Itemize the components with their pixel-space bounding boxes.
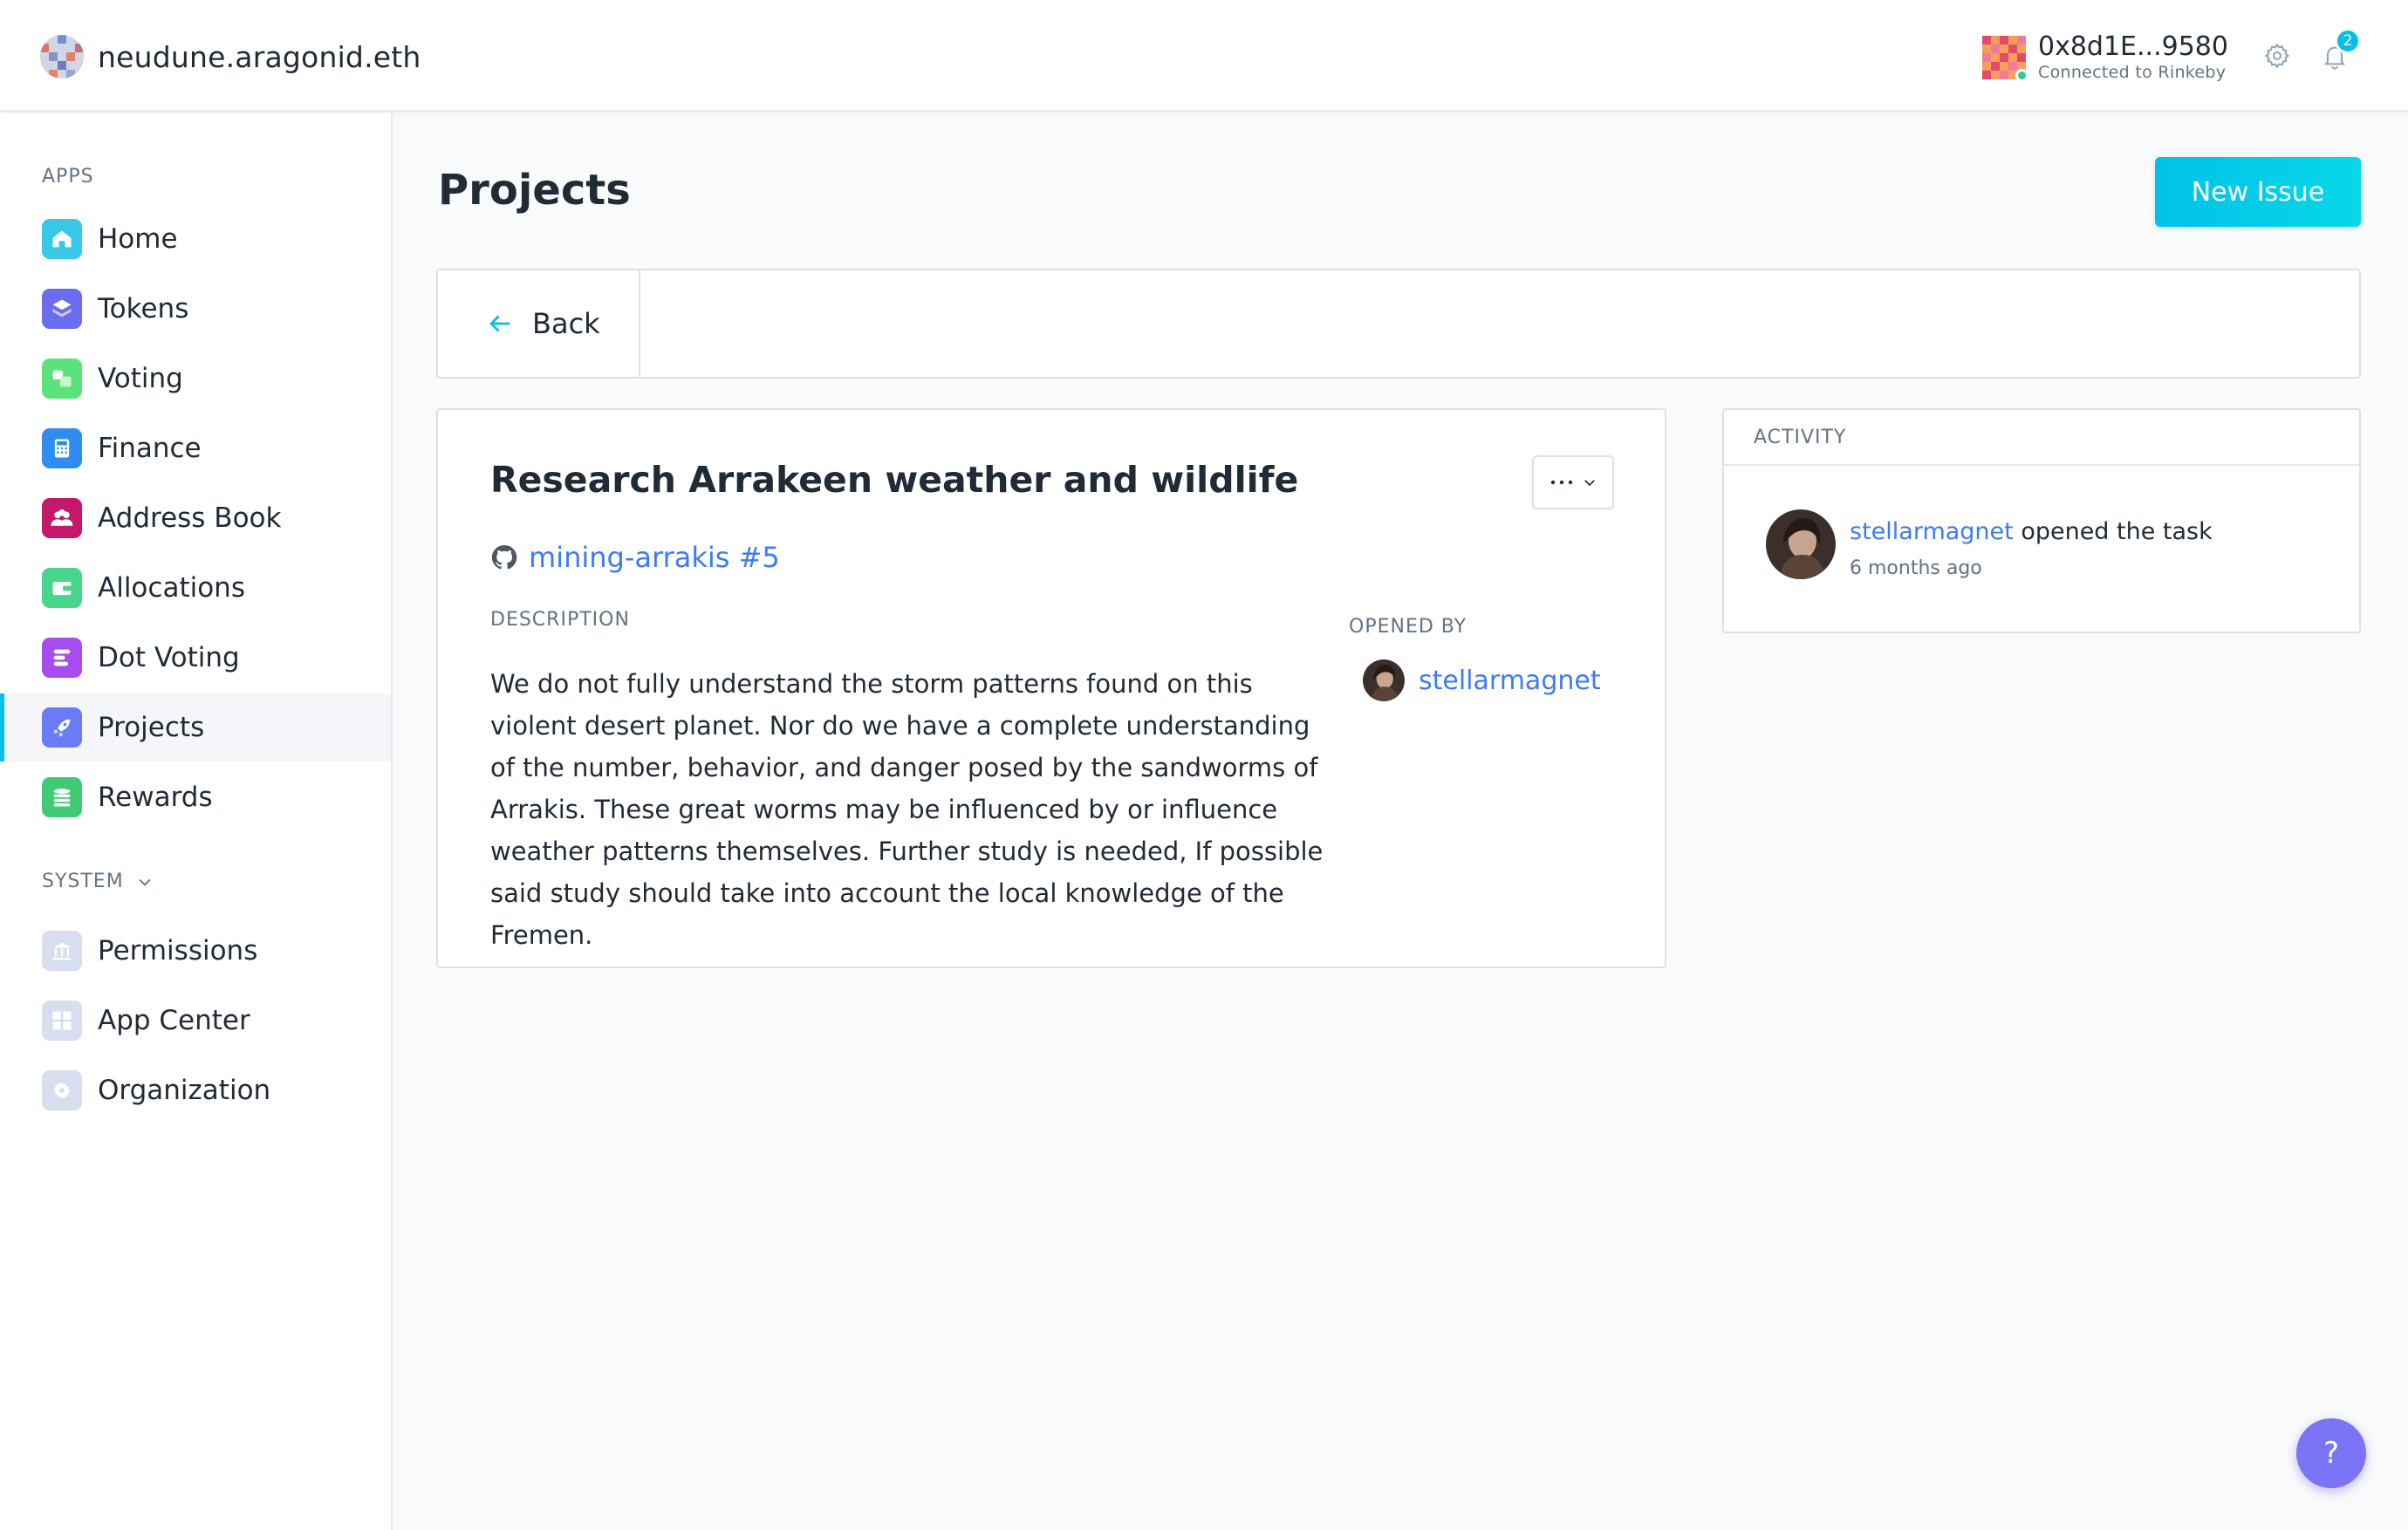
account-avatar bbox=[1982, 36, 2028, 82]
sidebar-item-organization[interactable]: Organization bbox=[0, 1056, 391, 1124]
new-issue-button[interactable]: New Issue bbox=[2155, 157, 2361, 227]
organization-icon bbox=[42, 1070, 82, 1110]
sidebar-item-label: Permissions bbox=[98, 935, 258, 966]
back-button[interactable]: Back bbox=[438, 270, 640, 377]
issue-detail-card: Research Arrakeen weather and wildlife m… bbox=[436, 408, 1666, 968]
sidebar-item-label: Organization bbox=[98, 1075, 271, 1106]
sidebar: APPS Home Tokens Voting Finance Address … bbox=[0, 113, 393, 1530]
chevron-down-icon bbox=[1584, 480, 1595, 487]
help-button[interactable]: ? bbox=[2296, 1418, 2366, 1488]
arrow-left-icon bbox=[489, 315, 510, 332]
finance-icon bbox=[42, 428, 82, 468]
activity-timestamp: 6 months ago bbox=[1850, 557, 1982, 579]
sidebar-item-rewards[interactable]: Rewards bbox=[0, 763, 391, 831]
sidebar-item-voting[interactable]: Voting bbox=[0, 345, 391, 413]
repo-issue-label: mining-arrakis #5 bbox=[529, 541, 780, 574]
permissions-icon bbox=[42, 931, 82, 971]
org-name: neudune.aragonid.eth bbox=[98, 39, 421, 74]
sidebar-item-label: Home bbox=[98, 223, 178, 255]
page-title: Projects bbox=[438, 166, 631, 215]
account-address: 0x8d1E...9580 bbox=[2038, 31, 2228, 62]
sidebar-item-label: Allocations bbox=[98, 572, 245, 604]
org-switcher[interactable]: neudune.aragonid.eth bbox=[40, 35, 421, 79]
github-icon bbox=[491, 544, 517, 570]
sidebar-item-label: Tokens bbox=[98, 293, 189, 324]
chevron-down-icon bbox=[139, 878, 151, 886]
account-badge[interactable]: 0x8d1E...9580 Connected to Rinkeby bbox=[1982, 30, 2228, 85]
sidebar-item-tokens[interactable]: Tokens bbox=[0, 275, 391, 343]
opened-by-label: OPENED BY bbox=[1349, 616, 1467, 638]
opened-by-user-link[interactable]: stellarmagnet bbox=[1363, 659, 1601, 701]
app-center-icon bbox=[42, 1001, 82, 1041]
issue-actions-menu-button[interactable] bbox=[1532, 455, 1614, 509]
sidebar-item-app-center[interactable]: App Center bbox=[0, 987, 391, 1055]
sidebar-item-finance[interactable]: Finance bbox=[0, 414, 391, 482]
more-icon bbox=[1550, 480, 1573, 485]
opened-by-username: stellarmagnet bbox=[1419, 665, 1601, 696]
activity-header: ACTIVITY bbox=[1724, 410, 2359, 466]
issue-description: We do not fully understand the storm pat… bbox=[490, 669, 1324, 950]
activity-action: opened the task bbox=[2013, 518, 2213, 545]
allocations-icon bbox=[42, 568, 82, 608]
org-logo-icon bbox=[40, 35, 84, 79]
issue-title: Research Arrakeen weather and wildlife bbox=[490, 459, 1299, 501]
back-label: Back bbox=[532, 307, 600, 340]
activity-user-link[interactable]: stellarmagnet bbox=[1850, 518, 2014, 545]
address-book-icon bbox=[42, 498, 82, 538]
home-icon bbox=[42, 219, 82, 259]
rewards-icon bbox=[42, 777, 82, 817]
description-label: DESCRIPTION bbox=[490, 609, 630, 631]
back-bar: Back bbox=[436, 269, 2361, 379]
dot-voting-icon bbox=[42, 638, 82, 678]
sidebar-item-label: Voting bbox=[98, 363, 183, 394]
sidebar-item-permissions[interactable]: Permissions bbox=[0, 917, 391, 985]
avatar bbox=[1363, 659, 1405, 701]
settings-button[interactable] bbox=[2260, 38, 2295, 73]
sidebar-item-label: Projects bbox=[98, 712, 205, 743]
sidebar-item-label: Address Book bbox=[98, 502, 282, 534]
apps-section-label: APPS bbox=[42, 166, 94, 188]
top-bar: neudune.aragonid.eth 0x8d1E...9580 Conne… bbox=[0, 0, 2408, 112]
tokens-icon bbox=[42, 289, 82, 329]
connection-status-dot bbox=[2015, 69, 2028, 82]
sidebar-item-label: Dot Voting bbox=[98, 642, 240, 673]
sidebar-item-address-book[interactable]: Address Book bbox=[0, 484, 391, 552]
network-status: Connected to Rinkeby bbox=[2038, 63, 2227, 82]
voting-icon bbox=[42, 359, 82, 399]
sidebar-item-dot-voting[interactable]: Dot Voting bbox=[0, 624, 391, 692]
sidebar-item-allocations[interactable]: Allocations bbox=[0, 554, 391, 622]
sidebar-item-label: Finance bbox=[98, 433, 202, 464]
sidebar-item-label: Rewards bbox=[98, 782, 213, 813]
repo-issue-link[interactable]: mining-arrakis #5 bbox=[490, 541, 780, 574]
activity-entry: stellarmagnet opened the task 6 months a… bbox=[1766, 509, 2213, 579]
avatar bbox=[1766, 509, 1836, 579]
sidebar-item-home[interactable]: Home bbox=[0, 205, 391, 273]
gear-icon bbox=[2264, 43, 2290, 69]
notification-count-badge: 2 bbox=[2335, 28, 2361, 54]
system-section-label: SYSTEM bbox=[42, 871, 124, 892]
activity-panel: ACTIVITY stellarmagnet opened the task 6… bbox=[1722, 408, 2361, 633]
system-section-toggle[interactable]: SYSTEM bbox=[42, 871, 154, 892]
sidebar-item-label: App Center bbox=[98, 1005, 250, 1036]
sidebar-item-projects[interactable]: Projects bbox=[0, 693, 391, 762]
projects-icon bbox=[42, 707, 82, 748]
